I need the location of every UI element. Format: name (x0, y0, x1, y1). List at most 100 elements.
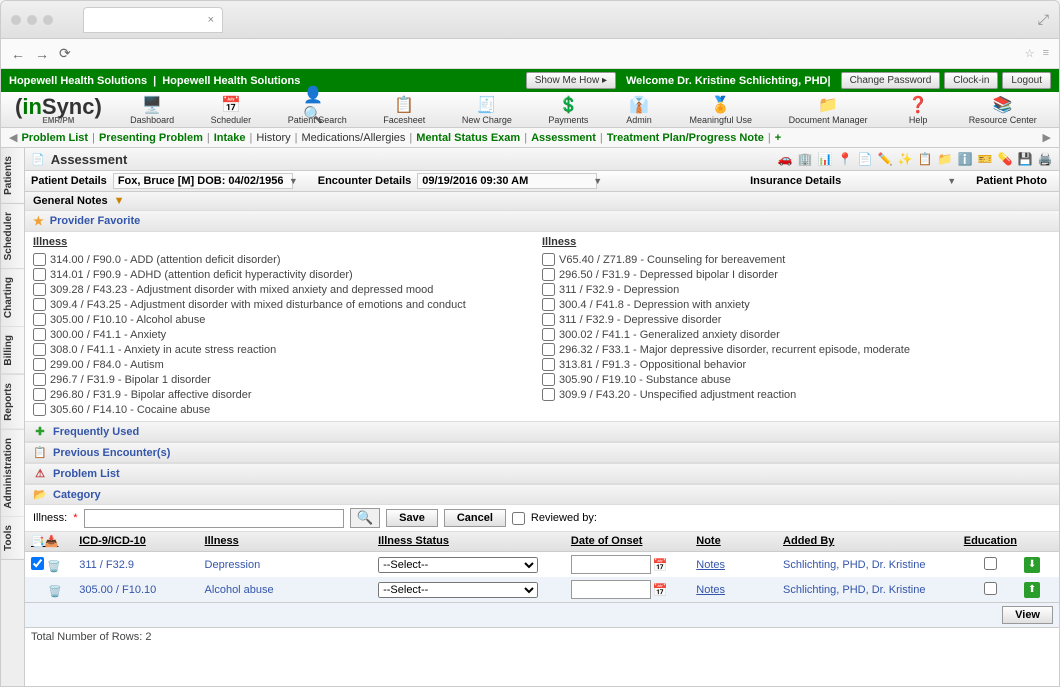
illness-checkbox[interactable] (33, 328, 46, 341)
toolbar-facesheet[interactable]: 📋Facesheet (383, 95, 425, 125)
info-icon[interactable]: ℹ️ (957, 151, 973, 167)
illness-checkbox[interactable] (33, 298, 46, 311)
folder-icon[interactable]: 📁 (937, 151, 953, 167)
menu-icon[interactable]: ≡ (1043, 47, 1049, 60)
problem-list-section[interactable]: ⚠ Problem List (25, 463, 1059, 484)
illness-checkbox[interactable] (33, 268, 46, 281)
icd-link[interactable]: 305.00 / F10.10 (79, 584, 204, 596)
side-tab-charting[interactable]: Charting (1, 269, 24, 327)
provider-favorite-section[interactable]: ★ Provider Favorite (25, 211, 1059, 232)
prev-arrow-icon[interactable]: ◀ (9, 131, 17, 144)
notes-link[interactable]: Notes (696, 559, 725, 571)
side-tab-administration[interactable]: Administration (1, 430, 24, 518)
illness-checkbox[interactable] (33, 313, 46, 326)
toolbar-help[interactable]: ❓Help (904, 95, 932, 125)
subnav-presenting-problem[interactable]: Presenting Problem (99, 132, 203, 144)
side-tab-scheduler[interactable]: Scheduler (1, 204, 24, 269)
row-delete-icon[interactable]: 🗑️ (48, 586, 62, 598)
chart-icon[interactable]: 📊 (817, 151, 833, 167)
pill-icon[interactable]: 💊 (997, 151, 1013, 167)
patient-details-value[interactable]: Fox, Bruce [M] DOB: 04/02/1956 (113, 173, 293, 189)
added-header[interactable]: Added By (783, 535, 957, 548)
doc-icon[interactable]: 📋 (917, 151, 933, 167)
side-tab-reports[interactable]: Reports (1, 375, 24, 430)
browser-tab[interactable]: × (83, 7, 223, 33)
illness-checkbox[interactable] (33, 343, 46, 356)
status-header[interactable]: Illness Status (378, 535, 571, 548)
added-by-link[interactable]: Schlichting, PHD, Dr. Kristine (783, 584, 957, 596)
illness-link[interactable]: Depression (205, 559, 379, 571)
back-icon[interactable]: ← (11, 46, 25, 62)
illness-col-header[interactable]: Illness (205, 535, 379, 548)
illness-checkbox[interactable] (542, 283, 555, 296)
subnav-mental-status-exam[interactable]: Mental Status Exam (416, 132, 520, 144)
illness-checkbox[interactable] (33, 253, 46, 266)
illness-checkbox[interactable] (542, 298, 555, 311)
illness-checkbox[interactable] (33, 358, 46, 371)
icd-header[interactable]: ICD-9/ICD-10 (79, 535, 204, 548)
row-up-icon[interactable]: ⬆ (1024, 582, 1040, 598)
status-select[interactable]: --Select-- (378, 582, 538, 598)
toolbar-scheduler[interactable]: 📅Scheduler (211, 95, 252, 125)
illness-checkbox[interactable] (33, 373, 46, 386)
pencil-icon[interactable]: ✏️ (877, 151, 893, 167)
car-icon[interactable]: 🚗 (777, 151, 793, 167)
side-tab-tools[interactable]: Tools (1, 517, 24, 560)
ticket-icon[interactable]: 🎫 (977, 151, 993, 167)
encounter-value[interactable]: 09/19/2016 09:30 AM (417, 173, 597, 189)
previous-encounters-section[interactable]: 📋 Previous Encounter(s) (25, 442, 1059, 463)
tab-close-icon[interactable]: × (208, 14, 214, 26)
toolbar-document-manager[interactable]: 📁Document Manager (789, 95, 868, 125)
encounter-caret-icon[interactable]: ▼ (593, 176, 602, 186)
subnav-treatment-plan-progress-note[interactable]: Treatment Plan/Progress Note (607, 132, 764, 144)
illness-checkbox[interactable] (542, 268, 555, 281)
subnav-problem-list[interactable]: Problem List (21, 132, 88, 144)
frequently-used-section[interactable]: ✚ Frequently Used (25, 421, 1059, 442)
reviewed-checkbox[interactable] (512, 512, 525, 525)
star-icon[interactable]: ☆ (1025, 47, 1035, 60)
note-header[interactable]: Note (696, 535, 783, 548)
next-arrow-icon[interactable]: ▶ (1043, 131, 1051, 144)
insurance-caret-icon[interactable]: ▼ (947, 176, 956, 186)
row-checkbox[interactable] (31, 557, 44, 570)
illness-checkbox[interactable] (542, 343, 555, 356)
view-button[interactable]: View (1002, 606, 1053, 624)
reload-icon[interactable]: ⟳ (59, 45, 71, 62)
pin-icon[interactable]: 📍 (837, 151, 853, 167)
side-tab-billing[interactable]: Billing (1, 327, 24, 375)
row-tools-header[interactable]: 📑📥 (31, 535, 79, 548)
patient-caret-icon[interactable]: ▼ (289, 176, 298, 186)
toolbar-payments[interactable]: 💲Payments (548, 95, 588, 125)
date-input[interactable] (571, 580, 651, 599)
dot-close[interactable] (11, 15, 21, 25)
illness-checkbox[interactable] (33, 388, 46, 401)
save-button[interactable]: Save (386, 509, 438, 527)
add-nav-button[interactable]: + (775, 132, 781, 144)
edu-checkbox[interactable] (984, 582, 997, 595)
category-section[interactable]: 📂 Category (25, 484, 1059, 505)
notes-link[interactable]: Notes (696, 584, 725, 596)
building-icon[interactable]: 🏢 (797, 151, 813, 167)
row-down-icon[interactable]: ⬇ (1024, 557, 1040, 573)
icd-link[interactable]: 311 / F32.9 (79, 559, 204, 571)
clockin-button[interactable]: Clock-in (944, 72, 998, 89)
save-icon[interactable]: 💾 (1017, 151, 1033, 167)
toolbar-patient-search[interactable]: 👤🔍Patient Search (288, 95, 347, 125)
date-header[interactable]: Date of Onset (571, 535, 696, 548)
toolbar-new-charge[interactable]: 🧾New Charge (462, 95, 512, 125)
change-password-button[interactable]: Change Password (841, 72, 941, 89)
illness-checkbox[interactable] (542, 358, 555, 371)
toolbar-dashboard[interactable]: 🖥️Dashboard (130, 95, 174, 125)
wand-icon[interactable]: ✨ (897, 151, 913, 167)
illness-checkbox[interactable] (33, 403, 46, 416)
edu-checkbox[interactable] (984, 557, 997, 570)
expand-icon[interactable]: ⤢ (1038, 11, 1049, 28)
show-me-how-button[interactable]: Show Me How ▸ (526, 72, 616, 89)
illness-checkbox[interactable] (542, 388, 555, 401)
status-select[interactable]: --Select-- (378, 557, 538, 573)
illness-link[interactable]: Alcohol abuse (205, 584, 379, 596)
toolbar-resource-center[interactable]: 📚Resource Center (969, 95, 1037, 125)
toolbar-admin[interactable]: 👔Admin (625, 95, 653, 125)
logout-button[interactable]: Logout (1002, 72, 1051, 89)
subnav-intake[interactable]: Intake (214, 132, 246, 144)
